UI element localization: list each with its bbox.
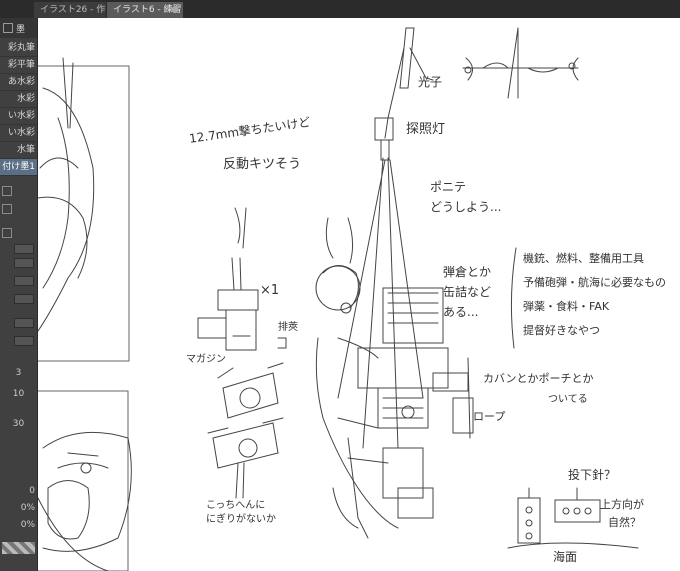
annotation-ammo-line3: ある... [443,305,479,319]
tab-illustration-26[interactable]: イラスト26 - 作詞第 [34,2,106,18]
annotation-natural-line1: 上方向が [600,498,644,511]
annotation-times-one: ×1 [260,283,280,298]
brush-item[interactable]: い水彩 [0,125,37,142]
annotation-ponytail-line2: どうしよう... [430,200,502,214]
tab-illustration-6[interactable]: イラスト6 - 練習 ● [107,2,183,18]
brush-item[interactable]: 水筆 [0,142,37,159]
annotation-rope: ロープ [473,410,506,423]
annotation-natural-line2: 自然？ [608,516,641,529]
annotation-list-line3: 弾薬・食料・FAK [523,300,610,313]
brush-item[interactable]: 彩平筆 [0,57,37,74]
annotation-ammo-line1: 弾倉とか [443,265,492,279]
annotation-ammo-line2: 缶詰など [443,285,492,299]
annotation-mount: 光子 [418,75,443,89]
size-value: 30 [12,419,25,429]
brush-item[interactable]: 水彩 [0,91,37,108]
brush-size-preset[interactable]: 3 [0,368,37,378]
close-tab-icon[interactable]: ● [171,2,179,18]
property-slider[interactable] [14,318,34,328]
annotation-ponytail-line1: ポニテ [430,180,467,194]
annotation-pouch-line2: ついてる [548,394,588,405]
annotation-list-line1: 機銃、燃料、整備用工具 [523,252,644,265]
annotation-drop-question: 投下針？ [568,468,617,482]
property-slider[interactable] [14,336,34,346]
property-slider[interactable] [14,258,34,268]
annotation-hose-line1: こっちへんに [206,500,266,511]
brush-label: 付け墨1 [2,162,35,172]
annotation-magazine: マガジン [186,354,226,365]
brush-label: 水筆 [16,145,35,155]
brush-size-preset[interactable]: 10 [0,389,37,399]
opacity-field[interactable]: 0% [2,503,35,513]
brush-label: 水彩 [16,94,35,104]
document-tab-bar: イラスト26 - 作詞第 イラスト6 - 練習● [0,0,680,19]
brush-item-selected[interactable]: 付け墨1 [0,159,37,176]
annotation-list-line4: 提督好きなやつ [523,324,600,337]
property-slider[interactable] [14,244,34,254]
brush-label: あ水彩 [7,77,35,87]
annotation-pouch-line1: カバンとかポーチとか [483,372,594,385]
brush-label: い水彩 [7,111,35,121]
settings-icon[interactable] [2,186,12,196]
size-value: 3 [15,368,22,378]
annotation-sea-surface: 海面 [553,550,578,564]
wrench-icon[interactable] [2,204,12,214]
percent-value: 0 [29,486,35,496]
opacity-field[interactable]: 0 [2,486,35,496]
lock-icon[interactable] [2,228,12,238]
annotation-list-line2: 予備砲弾・航海に必要なもの [523,276,666,289]
sketch-drawing [38,27,639,571]
percent-value: 0% [20,503,35,513]
brush-item[interactable]: い水彩 [0,108,37,125]
sub-tool-header: 墨 [0,18,37,38]
brush-label: い水彩 [7,128,35,138]
sub-tool-panel: 墨 彩丸筆 彩平筆 あ水彩 水彩 い水彩 い水彩 水筆 付け墨1 3 10 30… [0,18,38,571]
annotation-hose-line2: にぎりがないか [206,514,276,525]
transparency-swatch[interactable] [2,542,35,554]
brush-group-icon [3,23,13,33]
annotation-ejection: 排莢 [278,322,298,333]
brush-label: 彩丸筆 [7,43,35,53]
drawing-canvas[interactable]: 12.7mm撃ちたいけど 反動キツそう 光子 探照灯 ポニテ どうしよう... … [38,18,680,571]
brush-item[interactable]: あ水彩 [0,74,37,91]
property-slider[interactable] [14,294,34,304]
sub-tool-group-label: 墨 [16,25,26,35]
annotation-searchlight: 探照灯 [406,122,446,137]
brush-label: 彩平筆 [7,60,35,70]
tab-label: イラスト26 - 作詞第 [40,5,106,15]
brush-size-preset[interactable]: 30 [0,419,37,429]
size-value: 10 [12,389,25,399]
brush-item[interactable]: 彩丸筆 [0,40,37,57]
opacity-field[interactable]: 0% [2,520,35,530]
annotation-title-line2: 反動キツそう [223,157,302,172]
percent-value: 0% [20,520,35,530]
property-slider[interactable] [14,276,34,286]
